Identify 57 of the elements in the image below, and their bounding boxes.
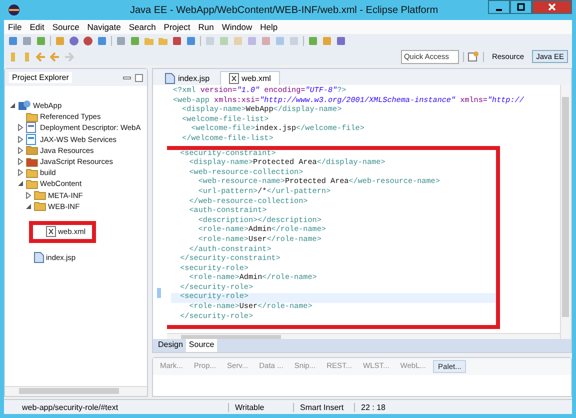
back-arrow-icon[interactable] [36, 52, 46, 62]
open-perspective-icon[interactable] [468, 51, 479, 62]
horizontal-scrollbar[interactable] [167, 333, 560, 339]
status-insert-mode: Smart Insert [293, 402, 354, 412]
open-folder-icon[interactable] [158, 36, 168, 46]
xml-file-icon [46, 226, 56, 238]
collapsed-arrow-icon[interactable] [25, 192, 32, 199]
document-icon [26, 134, 38, 145]
project-icon [18, 100, 31, 112]
status-mode: Writable [228, 402, 293, 412]
close-icon [548, 3, 556, 11]
collapsed-arrow-icon[interactable] [17, 136, 24, 143]
folder-icon [26, 168, 38, 178]
close-button[interactable] [532, 0, 572, 14]
page-icon [34, 252, 44, 263]
expanded-arrow-icon[interactable] [9, 102, 16, 110]
folder-icon [26, 178, 38, 189]
maximize-button[interactable] [510, 0, 532, 14]
folder-icon [34, 190, 46, 200]
editor-mode-tab[interactable]: Design [155, 339, 186, 352]
collapsed-arrow-icon[interactable] [17, 124, 24, 132]
horizontal-scrollbar[interactable] [5, 386, 147, 396]
next-arrow-icon[interactable] [64, 52, 74, 62]
status-path: web-app/security-role/#text [21, 402, 120, 412]
app-icon [8, 4, 20, 16]
document-icon [26, 122, 38, 134]
menu-item[interactable]: Project [164, 22, 190, 32]
collapsed-arrow-icon[interactable] [17, 169, 24, 176]
menu-item[interactable]: Run [198, 22, 214, 32]
folder-icon [26, 112, 38, 122]
menu-item[interactable]: Navigate [87, 22, 121, 32]
page-icon [165, 72, 175, 84]
folder-icon [26, 145, 38, 156]
folder-icon [26, 156, 38, 167]
expanded-arrow-icon[interactable] [25, 202, 32, 210]
maximize-icon[interactable] [135, 74, 143, 82]
menu-item[interactable]: Help [260, 22, 278, 32]
maximize-icon [517, 3, 525, 11]
forward-arrow-icon[interactable] [50, 52, 60, 62]
panel-tab[interactable]: Project Explorer [9, 72, 72, 83]
window-title: Java EE - WebApp/WebContent/WEB-INF/web.xml - Eclipse Platform [128, 4, 440, 16]
status-position: 22 : 18 [354, 402, 392, 412]
folder-icon[interactable] [144, 36, 154, 46]
minimize-button[interactable] [488, 0, 510, 14]
expanded-arrow-icon[interactable] [17, 180, 24, 188]
vertical-scrollbar[interactable] [560, 85, 571, 339]
menu-item[interactable]: Search [128, 22, 156, 32]
folder-icon [34, 201, 46, 212]
menu-item[interactable]: Edit [30, 22, 44, 32]
menu-item[interactable]: Source [52, 22, 80, 32]
menu-item[interactable]: Window [222, 22, 252, 32]
editor-mode-tab[interactable]: Source [186, 339, 218, 352]
collapsed-arrow-icon[interactable] [17, 158, 24, 166]
collapsed-arrow-icon[interactable] [17, 146, 24, 154]
minimize-icon[interactable] [123, 74, 131, 80]
menu-item[interactable]: File [8, 22, 22, 32]
editor-tab[interactable]: index.jsp [178, 74, 210, 82]
